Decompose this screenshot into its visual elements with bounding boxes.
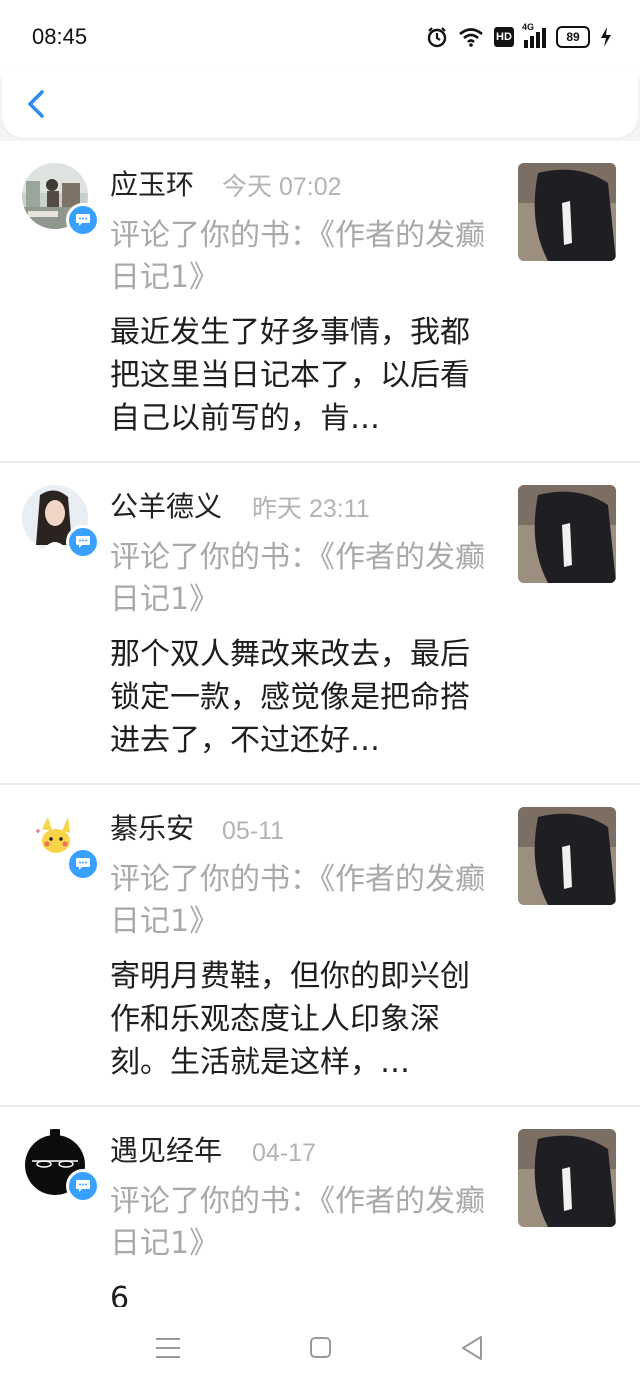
- notification-item[interactable]: 綦乐安 05-11 评论了你的书：《作者的发癫日记1》 寄明月费鞋，但你的即兴创…: [0, 785, 640, 1107]
- wifi-icon: [459, 28, 483, 47]
- header: [2, 66, 638, 138]
- status-time: 08:45: [32, 24, 88, 49]
- status-icons: HD 4G 89: [426, 22, 612, 48]
- book-thumbnail[interactable]: [518, 807, 616, 905]
- commenter-name[interactable]: 綦乐安: [110, 811, 194, 847]
- hd-icon: HD: [494, 27, 514, 47]
- notification-item[interactable]: 公羊德义 昨天 23:11 评论了你的书：《作者的发癫日记1》 那个双人舞改来改…: [0, 463, 640, 785]
- menu-button[interactable]: [150, 1333, 186, 1363]
- back-button[interactable]: [20, 84, 56, 124]
- commenter-name[interactable]: 遇见经年: [110, 1133, 222, 1169]
- book-thumbnail[interactable]: [518, 163, 616, 261]
- comment-time: 昨天 23:11: [252, 495, 370, 523]
- charging-icon: [601, 27, 611, 47]
- book-thumbnail[interactable]: [518, 1129, 616, 1227]
- message-badge-icon: [66, 1169, 100, 1203]
- comment-description: 评论了你的书：《作者的发癫日记1》: [110, 862, 485, 939]
- chevron-left-icon: [28, 90, 44, 118]
- avatar-wrap: [22, 807, 100, 881]
- back-nav-button[interactable]: [455, 1333, 491, 1363]
- signal-icon: 4G: [522, 22, 546, 48]
- avatar-wrap: [22, 163, 100, 237]
- comment-text: 寄明月费鞋，但你的即兴创作和乐观态度让人印象深刻。生活就是这样，…: [110, 959, 470, 1080]
- notification-item[interactable]: 应玉环 今天 07:02 评论了你的书：《作者的发癫日记1》 最近发生了好多事情…: [0, 141, 640, 463]
- notification-item[interactable]: 遇见经年 04-17 评论了你的书：《作者的发癫日记1》 6: [0, 1107, 640, 1332]
- message-badge-icon: [66, 203, 100, 237]
- comment-description: 评论了你的书：《作者的发癫日记1》: [110, 540, 485, 617]
- comment-time: 今天 07:02: [222, 173, 342, 201]
- network-type: 4G: [522, 22, 535, 32]
- home-square-icon: [310, 1337, 331, 1358]
- commenter-name[interactable]: 应玉环: [110, 167, 194, 203]
- battery-icon: 89: [556, 26, 590, 48]
- comment-text: 那个双人舞改来改去，最后锁定一款，感觉像是把命搭进去了，不过还好…: [110, 637, 470, 758]
- comment-description: 评论了你的书：《作者的发癫日记1》: [110, 1184, 485, 1261]
- avatar-wrap: [22, 1129, 100, 1203]
- comment-text: 最近发生了好多事情，我都把这里当日记本了，以后看自己以前写的，肯…: [110, 315, 470, 436]
- commenter-name[interactable]: 公羊德义: [110, 489, 222, 525]
- home-button[interactable]: [302, 1333, 338, 1363]
- back-triangle-icon: [462, 1336, 482, 1360]
- avatar-wrap: [22, 485, 100, 559]
- screen: 08:45 HD 4G 89 应玉环 今天 07:02 评论了你的书：《作者的发…: [0, 0, 640, 1387]
- message-badge-icon: [66, 847, 100, 881]
- message-badge-icon: [66, 525, 100, 559]
- comment-description: 评论了你的书：《作者的发癫日记1》: [110, 218, 485, 295]
- alarm-icon: [427, 27, 447, 48]
- menu-icon: [156, 1338, 180, 1358]
- comment-time: 04-17: [252, 1139, 316, 1167]
- book-thumbnail[interactable]: [518, 485, 616, 583]
- notification-list: 应玉环 今天 07:02 评论了你的书：《作者的发癫日记1》 最近发生了好多事情…: [0, 141, 640, 1332]
- comment-time: 05-11: [222, 817, 285, 845]
- system-nav-bar: [0, 1307, 640, 1387]
